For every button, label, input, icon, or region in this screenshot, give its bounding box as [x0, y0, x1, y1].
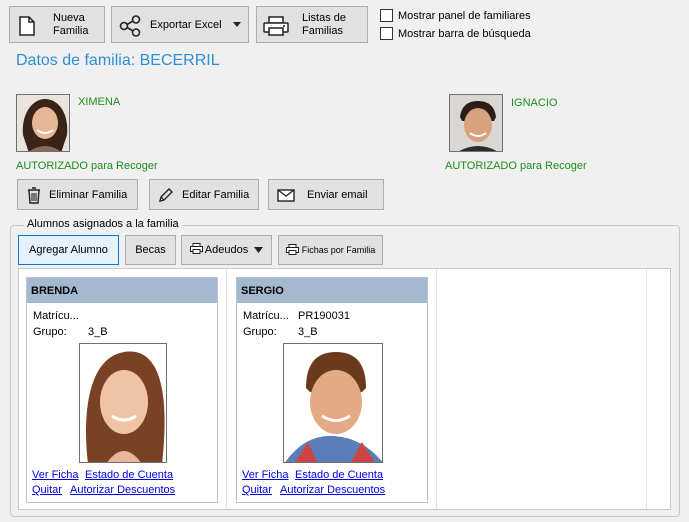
becas-button[interactable]: Becas [125, 235, 176, 265]
student-card-brenda: BRENDA Matrícu... Grupo: 3_B Ver Ficha E… [26, 277, 218, 503]
student-card-sergio: SERGIO Matrícu... PR190031 Grupo: 3_B Ve… [236, 277, 428, 503]
member-status-ximena: AUTORIZADO para Recoger [16, 160, 158, 172]
panel-divider [436, 269, 437, 509]
checkbox-box[interactable] [380, 9, 393, 22]
quitar-link[interactable]: Quitar [242, 484, 272, 496]
share-icon [119, 15, 141, 40]
mostrar-panel-label: Mostrar panel de familiares [398, 9, 531, 22]
envelope-icon [277, 189, 295, 205]
chevron-down-icon [254, 244, 264, 256]
checkbox-box[interactable] [380, 27, 393, 40]
enviar-email-label: Enviar email [307, 189, 368, 201]
autorizar-descuentos-link[interactable]: Autorizar Descuentos [280, 484, 385, 496]
pencil-icon [158, 187, 174, 206]
ver-ficha-link[interactable]: Ver Ficha [242, 469, 288, 481]
exportar-excel-button[interactable]: Exportar Excel [111, 6, 249, 43]
member-name-ximena: XIMENA [78, 96, 121, 108]
member-photo-ignacio [449, 94, 503, 152]
student-photo-sergio [283, 343, 383, 463]
listas-familias-button[interactable]: Listas de Familias [256, 6, 368, 43]
fichas-familia-label: Fichas por Familia [301, 245, 376, 255]
grupo-label: Grupo: [243, 326, 277, 338]
member-name-ignacio: IGNACIO [511, 97, 558, 109]
printer-icon [285, 243, 299, 257]
ver-ficha-link[interactable]: Ver Ficha [32, 469, 78, 481]
mostrar-panel-checkbox[interactable]: Mostrar panel de familiares [380, 9, 531, 22]
listas-label-2: Familias [302, 25, 343, 37]
mostrar-busqueda-checkbox[interactable]: Mostrar barra de búsqueda [380, 27, 531, 40]
nueva-familia-button[interactable]: Nueva Familia [9, 6, 105, 43]
agregar-alumno-label: Agregar Alumno [29, 244, 108, 256]
adeudos-button[interactable]: Adeudos [181, 235, 272, 265]
nueva-familia-label-1: Nueva [53, 12, 85, 24]
student-name: BRENDA [27, 278, 217, 303]
new-document-icon [19, 16, 35, 39]
estado-cuenta-link[interactable]: Estado de Cuenta [85, 469, 173, 481]
panel-divider [226, 269, 227, 509]
estado-cuenta-link[interactable]: Estado de Cuenta [295, 469, 383, 481]
fichas-familia-button[interactable]: Fichas por Familia [278, 235, 383, 265]
grupo-value: 3_B [298, 326, 318, 338]
listas-label-1: Listas de [302, 12, 347, 24]
matricula-label: Matrícu... [243, 310, 289, 322]
matricula-label: Matrícu... [33, 310, 79, 322]
panel-divider [646, 269, 647, 509]
eliminar-familia-button[interactable]: Eliminar Familia [17, 179, 138, 210]
autorizar-descuentos-link[interactable]: Autorizar Descuentos [70, 484, 175, 496]
exportar-excel-label: Exportar Excel [150, 19, 222, 31]
quitar-link[interactable]: Quitar [32, 484, 62, 496]
enviar-email-button[interactable]: Enviar email [268, 179, 384, 210]
page-title: Datos de familia: BECERRIL [16, 52, 220, 69]
grupo-value: 3_B [88, 326, 108, 338]
trash-icon [27, 187, 41, 207]
nueva-familia-label-2: Familia [53, 25, 89, 37]
student-photo-brenda [79, 343, 167, 463]
student-name: SERGIO [237, 278, 427, 303]
becas-label: Becas [135, 244, 166, 256]
matricula-value: PR190031 [298, 310, 350, 322]
mostrar-busqueda-label: Mostrar barra de búsqueda [398, 27, 531, 40]
adeudos-label: Adeudos [204, 244, 249, 256]
member-photo-ximena [16, 94, 70, 152]
grupo-label: Grupo: [33, 326, 67, 338]
printer-icon [263, 16, 289, 39]
chevron-down-icon [232, 19, 242, 31]
eliminar-familia-label: Eliminar Familia [49, 189, 128, 201]
editar-familia-button[interactable]: Editar Familia [149, 179, 259, 210]
editar-familia-label: Editar Familia [182, 189, 250, 201]
students-groupbox-legend: Alumnos asignados a la familia [24, 218, 182, 230]
agregar-alumno-button[interactable]: Agregar Alumno [18, 235, 119, 265]
printer-icon [189, 243, 203, 257]
member-status-ignacio: AUTORIZADO para Recoger [445, 160, 587, 172]
